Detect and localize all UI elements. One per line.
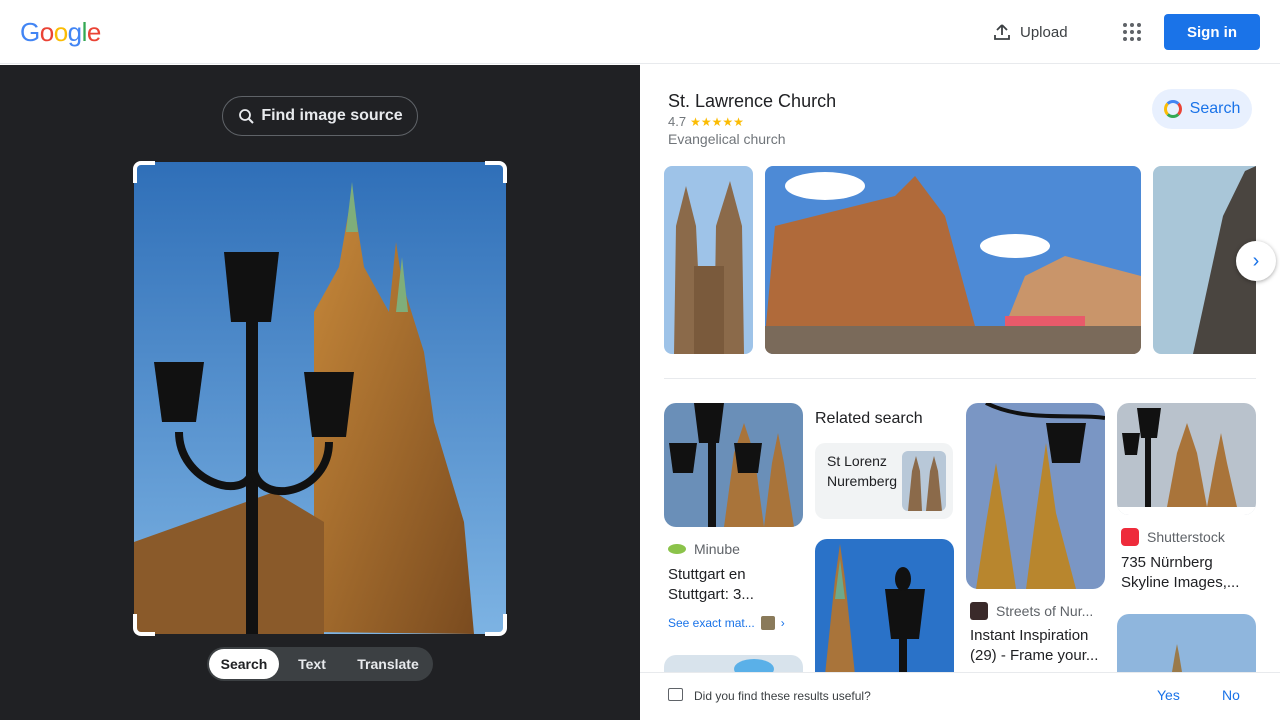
gallery-image[interactable] <box>664 166 753 354</box>
result-image[interactable] <box>664 403 803 527</box>
feedback-no-button[interactable]: No <box>1222 687 1240 703</box>
result-image[interactable] <box>815 539 954 675</box>
result-image[interactable] <box>1117 403 1256 515</box>
shutterstock-logo-icon <box>1121 528 1139 546</box>
section-divider <box>664 378 1256 379</box>
see-exact-matches-link[interactable]: See exact mat... › <box>668 616 785 630</box>
result-source-name: Shutterstock <box>1147 529 1225 545</box>
google-logo[interactable]: Google <box>20 17 101 48</box>
result-title[interactable]: 735 Nürnberg Skyline Images,... <box>1121 553 1256 593</box>
related-search-thumbnail <box>902 451 946 511</box>
result-source[interactable]: Streets of Nur... <box>970 602 1093 620</box>
top-bar: Google Upload Sign in <box>0 0 1280 64</box>
entity-category: Evangelical church <box>668 131 786 147</box>
result-title[interactable]: Instant Inspiration (29) - Frame your... <box>970 626 1105 666</box>
upload-icon <box>994 24 1010 40</box>
mode-switcher: Search Text Translate <box>207 647 433 681</box>
result-title[interactable]: Stuttgart en Stuttgart: 3... <box>668 565 798 605</box>
gallery-image[interactable] <box>765 166 1141 354</box>
google-g-icon <box>1163 100 1182 118</box>
upload-label: Upload <box>1020 23 1068 41</box>
gallery-next-button[interactable]: › <box>1236 241 1276 281</box>
feedback-icon <box>668 688 683 701</box>
thumbnail-icon <box>760 616 775 630</box>
upload-button[interactable]: Upload <box>992 20 1068 44</box>
crop-handle-bottom-right[interactable] <box>485 614 507 636</box>
chevron-right-icon: › <box>780 616 785 630</box>
result-source-name: Minube <box>694 541 740 557</box>
entity-search-label: Search <box>1189 100 1241 117</box>
query-image[interactable] <box>134 162 506 634</box>
result-source[interactable]: Minube <box>668 541 740 557</box>
mode-search-tab[interactable]: Search <box>209 649 279 679</box>
see-exact-matches-label: See exact mat... <box>668 616 755 630</box>
entity-search-button[interactable]: Search <box>1152 89 1252 129</box>
query-image-panel: Find image source Search Text Translate <box>0 65 640 720</box>
sign-in-button[interactable]: Sign in <box>1164 14 1260 50</box>
lens-search-icon <box>239 109 255 124</box>
feedback-bar: Did you find these results useful? Yes N… <box>640 672 1280 720</box>
result-source-name: Streets of Nur... <box>996 603 1094 619</box>
crop-handle-top-right[interactable] <box>485 161 507 183</box>
entity-title[interactable]: St. Lawrence Church <box>668 91 836 112</box>
find-image-source-button[interactable]: Find image source <box>222 96 418 136</box>
related-search-label: St Lorenz Nuremberg <box>827 453 898 489</box>
feedback-yes-button[interactable]: Yes <box>1157 687 1180 703</box>
related-search-heading: Related search <box>815 410 923 427</box>
result-source[interactable]: Shutterstock <box>1121 528 1225 546</box>
mode-text-tab[interactable]: Text <box>279 649 345 679</box>
apps-grid-icon[interactable] <box>1120 20 1144 44</box>
related-search-card[interactable]: St Lorenz Nuremberg <box>815 443 953 519</box>
crop-handle-top-left[interactable] <box>133 161 155 183</box>
result-image[interactable] <box>966 403 1105 589</box>
feedback-question: Did you find these results useful? <box>694 689 871 703</box>
star-rating-icon: ★★★★★ <box>690 114 744 129</box>
results-panel: St. Lawrence Church 4.7 ★★★★★ Evangelica… <box>640 65 1280 720</box>
find-image-source-label: Find image source <box>261 107 403 124</box>
entity-rating: 4.7 ★★★★★ <box>668 114 744 129</box>
minube-logo-icon <box>668 544 686 554</box>
result-image[interactable] <box>1117 614 1256 672</box>
chevron-right-icon: › <box>1252 249 1260 272</box>
mode-translate-tab[interactable]: Translate <box>345 649 431 679</box>
streets-of-nuremberg-logo-icon <box>970 602 988 620</box>
rating-value: 4.7 <box>668 114 687 129</box>
crop-handle-bottom-left[interactable] <box>133 614 155 636</box>
